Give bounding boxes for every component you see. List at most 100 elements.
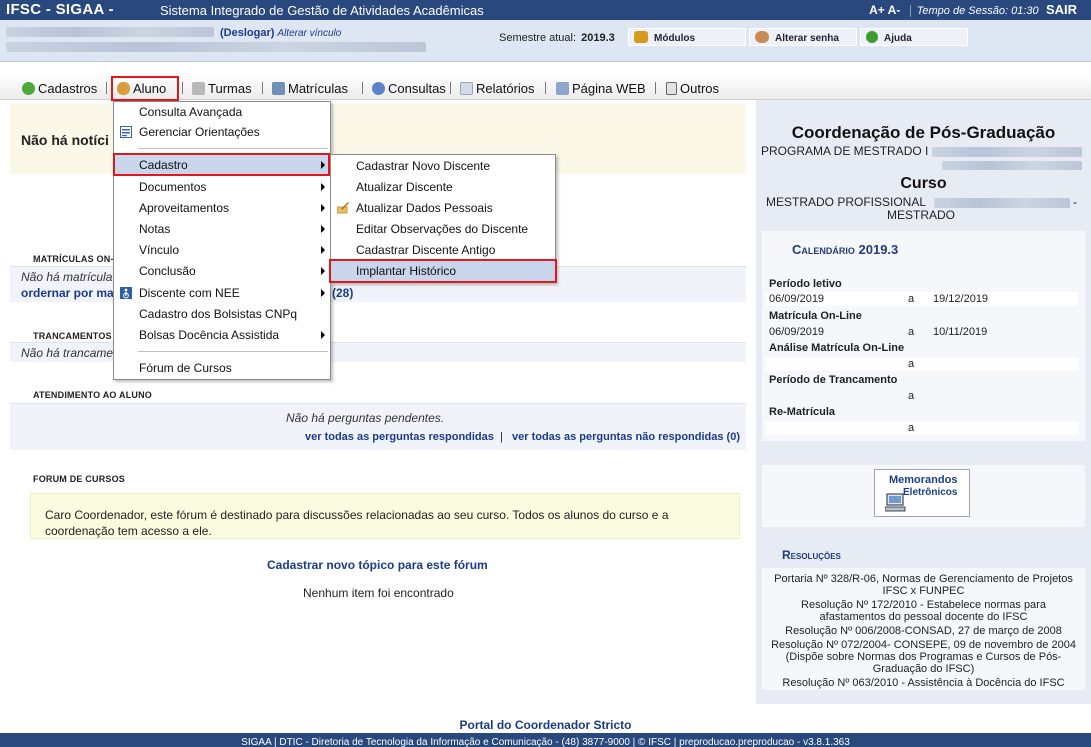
submenu-editar-observacoes[interactable]: Editar Observações do Discente xyxy=(331,219,555,239)
cal-row-stripe xyxy=(766,421,1078,435)
submenu-cadastrar-novo-discente[interactable]: Cadastrar Novo Discente xyxy=(331,156,555,176)
submenu-implantar-historico[interactable]: Implantar Histórico xyxy=(331,261,555,281)
modules-icon xyxy=(634,31,648,43)
menu-item-consulta-avancada[interactable]: Consulta Avançada xyxy=(114,102,330,122)
menu-item-notas[interactable]: Notas xyxy=(114,219,330,239)
menu-item-bolsistas-cnpq[interactable]: Cadastro dos Bolsistas CNPq xyxy=(114,304,330,324)
cal-sep: a xyxy=(908,390,915,402)
cal-sep: a xyxy=(908,293,915,305)
ordenar-link[interactable]: ordernar por ma xyxy=(21,286,114,300)
session-timer: Tempo de Sessão: 01:30 xyxy=(909,5,1039,17)
cal-label-analise: Análise Matrícula On-Line xyxy=(769,342,905,354)
cal-end: 19/12/2019 xyxy=(933,293,989,305)
redacted-programa-2 xyxy=(942,161,1082,170)
submenu-atualizar-dados-pessoais[interactable]: Atualizar Dados Pessoais xyxy=(331,198,555,218)
curso-title: Curso xyxy=(900,175,947,192)
web-page-icon xyxy=(556,82,569,95)
matriculas-empty-text: Não há matrícula xyxy=(21,270,113,284)
calendario-title: Calendário 2019.3 xyxy=(792,242,899,257)
memo-label-2: Eletrônicos xyxy=(903,487,958,498)
top-bar: IFSC - SIGAA - Sistema Integrado de Gest… xyxy=(0,0,1091,20)
cal-sep: a xyxy=(908,422,915,434)
edit-user-icon xyxy=(337,202,349,214)
main-menu-bar: Cadastros Aluno Turmas Matrículas Consul… xyxy=(0,76,1091,100)
menu-separator xyxy=(450,82,451,94)
atendimento-section-title: Atendimento ao Aluno xyxy=(33,390,152,400)
menu-item-bolsas-docencia[interactable]: Bolsas Docência Assistida xyxy=(114,325,330,345)
student-icon xyxy=(117,82,130,95)
cal-label-matricula: Matrícula On-Line xyxy=(769,310,862,322)
link-perguntas-respondidas[interactable]: ver todas as perguntas respondidas xyxy=(305,431,494,443)
menu-turmas[interactable]: Turmas xyxy=(192,81,252,96)
font-size-controls[interactable]: A+ A- xyxy=(869,3,900,17)
curso-dash: - xyxy=(1073,195,1077,209)
submenu-arrow-icon xyxy=(321,246,325,254)
menu-matriculas[interactable]: Matrículas xyxy=(272,81,348,96)
curso-line1: MESTRADO PROFISSIONAL xyxy=(766,195,927,209)
link-perguntas-nao-respondidas[interactable]: ver todas as perguntas não respondidas (… xyxy=(512,431,740,443)
alterar-senha-button[interactable]: Alterar senha xyxy=(749,28,857,46)
matriculas-count-link[interactable]: (28) xyxy=(332,286,353,300)
alterar-vinculo-link[interactable]: Alterar vínculo xyxy=(277,28,341,39)
menu-separator xyxy=(106,82,107,94)
cal-start: 06/09/2019 xyxy=(769,326,825,338)
logout-button[interactable]: SAIR xyxy=(1046,2,1077,17)
menu-consultas[interactable]: Consultas xyxy=(372,81,446,96)
cal-start: 06/09/2019 xyxy=(769,293,825,305)
menu-pagina-web[interactable]: Página WEB xyxy=(556,81,646,96)
forum-empty-text: Nenhum item foi encontrado xyxy=(303,586,454,600)
memorandos-button[interactable]: Memorandos Eletrônicos xyxy=(874,469,970,517)
class-group-icon xyxy=(192,82,205,95)
menu-divider xyxy=(138,148,328,149)
cal-end: 10/11/2019 xyxy=(933,326,988,338)
menu-item-gerenciar-orientacoes[interactable]: Gerenciar Orientações xyxy=(114,122,330,142)
submenu-arrow-icon xyxy=(321,331,325,339)
cal-sep: a xyxy=(908,326,915,338)
menu-item-cadastro[interactable]: Cadastro xyxy=(114,155,330,176)
cadastro-submenu: Cadastrar Novo Discente Atualizar Discen… xyxy=(330,154,556,283)
menu-relatorios[interactable]: Relatórios xyxy=(460,81,535,96)
accessibility-icon xyxy=(120,287,132,299)
programa-text: PROGRAMA DE MESTRADO I xyxy=(761,144,929,158)
modulos-button[interactable]: Módulos xyxy=(628,28,746,46)
menu-item-vinculo[interactable]: Vínculo xyxy=(114,240,330,260)
menu-item-documentos[interactable]: Documentos xyxy=(114,177,330,197)
portal-link[interactable]: Portal do Coordenador Stricto xyxy=(0,718,1091,732)
resolucao-line: IFSC x FUNPEC xyxy=(882,585,965,597)
user-key-icon xyxy=(755,31,769,43)
brand-title: IFSC - SIGAA - xyxy=(6,1,114,18)
submenu-arrow-icon xyxy=(321,204,325,212)
news-notice-text: Não há notíci xyxy=(21,132,109,148)
menu-separator xyxy=(182,82,183,94)
phone-icon xyxy=(666,82,677,95)
top-right-controls: A+ A- Tempo de Sessão: 01:30 SAIR xyxy=(869,2,1077,17)
trancamentos-section-title: Trancamentos P xyxy=(33,331,121,341)
submenu-cadastrar-discente-antigo[interactable]: Cadastrar Discente Antigo xyxy=(331,240,555,260)
cadastrar-topico-link[interactable]: Cadastrar novo tópico para este fórum xyxy=(267,558,488,572)
deslogar-link[interactable]: (Deslogar) Alterar vínculo xyxy=(220,27,341,39)
semestre-value: 2019.3 xyxy=(581,32,615,44)
submenu-arrow-icon xyxy=(321,225,325,233)
submenu-arrow-icon xyxy=(321,267,325,275)
ajuda-button[interactable]: Ajuda xyxy=(860,28,968,46)
menu-item-forum-cursos[interactable]: Fórum de Cursos xyxy=(114,358,330,378)
menu-item-conclusao[interactable]: Conclusão xyxy=(114,261,330,281)
menu-cadastros[interactable]: Cadastros xyxy=(22,81,97,96)
memo-label-1: Memorandos xyxy=(889,474,958,486)
submenu-arrow-icon xyxy=(321,289,325,297)
coordenacao-title: Coordenação de Pós-Graduação xyxy=(791,123,1056,142)
resolucao-line: Graduação do IFSC) xyxy=(872,663,975,675)
resolucoes-title: Resoluções xyxy=(782,548,841,562)
submenu-arrow-icon xyxy=(321,161,325,169)
system-name: Sistema Integrado de Gestão de Atividade… xyxy=(160,3,484,18)
resolucao-line: (Dispõe sobre Normas dos Programas e Cur… xyxy=(785,651,1062,663)
menu-outros[interactable]: Outros xyxy=(666,81,719,96)
menu-item-aproveitamentos[interactable]: Aproveitamentos xyxy=(114,198,330,218)
menu-aluno[interactable]: Aluno xyxy=(117,81,166,96)
computer-icon xyxy=(885,493,906,512)
menu-item-discente-nee[interactable]: Discente com NEE xyxy=(114,283,330,303)
redacted-user-unit xyxy=(6,42,426,52)
submenu-atualizar-discente[interactable]: Atualizar Discente xyxy=(331,177,555,197)
user-bar: (Deslogar) Alterar vínculo Semestre atual… xyxy=(0,20,1091,62)
add-icon xyxy=(22,82,35,95)
